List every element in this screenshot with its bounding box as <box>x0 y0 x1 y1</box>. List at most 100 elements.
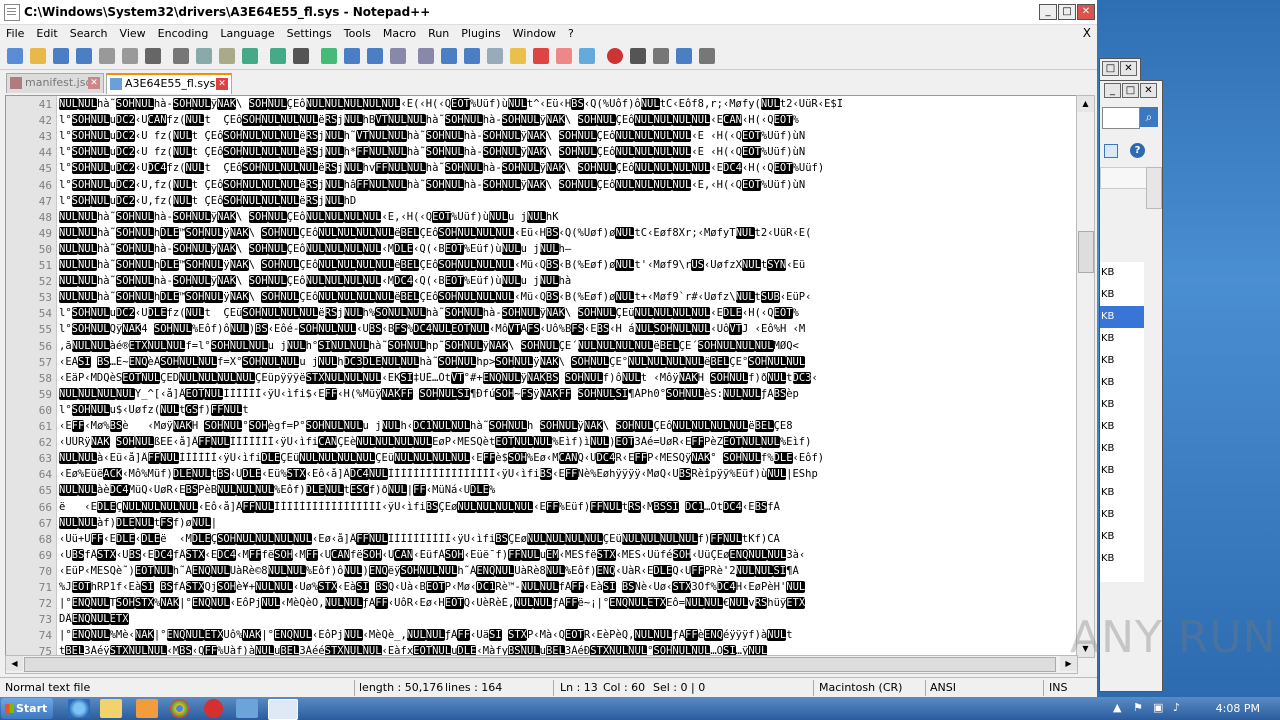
menu-run[interactable]: Run <box>422 25 455 40</box>
playback-icon[interactable] <box>653 48 669 64</box>
code-line[interactable]: ,ãNULNULàé®ETXNULNULf=l°SOHNULNULu jNULh… <box>59 339 1075 352</box>
tab-a3e64e55-fl-sys[interactable]: A3E64E55_fl.sys ✕ <box>106 73 232 94</box>
open-file-icon[interactable] <box>30 48 46 64</box>
bg-size-cell[interactable]: KB <box>1100 526 1144 548</box>
code-line[interactable]: NULNULàèDC4MüQ‹UøR‹EBSPèBNULNULNUL%Eôf)D… <box>59 484 1075 497</box>
media-player-icon[interactable] <box>136 699 158 718</box>
scroll-left-icon[interactable]: ◀ <box>6 656 23 671</box>
code-line[interactable]: NULNULà‹Eü‹å]ÂFFNULÌÌÌÌÌÌ‹ÿU‹ìfiDLEÇEüNU… <box>59 452 1075 465</box>
menu-help[interactable]: ? <box>562 25 580 40</box>
search-icon[interactable]: ⌕ <box>1140 107 1158 127</box>
panel-icon[interactable] <box>1104 144 1118 158</box>
menu-search[interactable]: Search <box>64 25 114 40</box>
ie-icon[interactable] <box>68 699 90 718</box>
show-all-chars-icon[interactable] <box>464 48 480 64</box>
code-line[interactable]: NULNULhà˜SOHNULhà-SOHNULÿNAK\ SOHNULÇEôN… <box>59 98 1075 110</box>
code-line[interactable]: ‹UÜRÿNAK SOHNULßEE‹å]ÂFFNULÌÌÌÌÌÌÌ‹ÿU‹ìf… <box>59 436 1075 449</box>
menu-file[interactable]: File <box>0 25 30 40</box>
menu-plugins[interactable]: Plugins <box>455 25 506 40</box>
code-line[interactable]: l°SOHNULuDC2‹U fz(NULt ÇEôSOHNULNULNULëR… <box>59 130 1075 143</box>
bg-size-cell[interactable]: KB <box>1100 328 1144 350</box>
replace-icon[interactable] <box>321 48 337 64</box>
bg-size-cell[interactable]: KB <box>1100 482 1144 504</box>
bg-size-cell[interactable]: KB <box>1100 284 1144 306</box>
find-icon[interactable] <box>293 48 309 64</box>
menu-window[interactable]: Window <box>507 25 562 40</box>
redo-icon[interactable] <box>270 48 286 64</box>
bg-size-cell[interactable]: KB <box>1100 372 1144 394</box>
code-line[interactable]: DÂENQNULETX <box>59 613 1075 626</box>
sync-horizontal-icon[interactable] <box>418 48 434 64</box>
vertical-scrollbar[interactable]: ▲ ▼ <box>1076 95 1095 658</box>
zoom-out-icon[interactable] <box>367 48 383 64</box>
bg-size-cell[interactable]: KB <box>1100 262 1144 284</box>
vertical-scroll-thumb[interactable] <box>1078 231 1094 273</box>
bg-scrollbar[interactable] <box>1146 167 1162 209</box>
stop-record-icon[interactable] <box>630 48 646 64</box>
code-line[interactable]: l°SOHNULuDC2‹UCANfz(NULt ÇEôSOHNULNULNUL… <box>59 114 1075 127</box>
menu-view[interactable]: View <box>114 25 152 40</box>
menu-encoding[interactable]: Encoding <box>152 25 215 40</box>
code-line[interactable]: l°SOHNULuDC2‹U fz(NULt ÇEôSOHNULNULNULëR… <box>59 146 1075 159</box>
indent-guide-icon[interactable] <box>487 48 503 64</box>
clock[interactable]: 4:08 PM <box>1216 702 1260 715</box>
code-line[interactable]: ‹EFF‹Mø%BSè ‹MøÿNAKH SOHNUL°SOHègf=P°SOH… <box>59 420 1075 432</box>
menu-tools[interactable]: Tools <box>338 25 377 40</box>
paste-icon[interactable] <box>219 48 235 64</box>
run-macro-multiple-icon[interactable] <box>676 48 692 64</box>
code-line[interactable]: |°ENQNUL%Mè‹NAK|°ENQNULETXUô%NAK|°ENQNUL… <box>59 629 1075 642</box>
code-line[interactable]: l°SOHNULQÿNAK4 SOHNUL%Eôf)ôNUL)BS‹Eôé-SO… <box>59 323 1075 336</box>
cut-icon[interactable] <box>173 48 189 64</box>
code-line[interactable]: l°SOHNULuDC2‹UDC4fz(NULt ÇEôSOHNULNULNUL… <box>59 162 1075 175</box>
horizontal-scrollbar[interactable]: ◀ ▶ <box>5 655 1078 674</box>
code-line[interactable]: ë ‹EDLEÇNULNULNULNUL‹Eô‹å]ÂFFNULÌÌÌÌÌÌÌÌ… <box>59 500 1075 513</box>
menu-settings[interactable]: Settings <box>281 25 338 40</box>
bg-window2-close-button[interactable]: ✕ <box>1140 83 1157 98</box>
folder-as-workspace-icon[interactable] <box>556 48 572 64</box>
code-line[interactable]: %JEOThRP1f‹EàSI BSfÀSTXQjSOHè¥+NULNUL‹Uø… <box>59 581 1075 593</box>
editor-area[interactable]: 41 NULNULhà˜SOHNULhà-SOHNULÿNAK\ SOHNULÇE… <box>5 95 1078 657</box>
new-file-icon[interactable] <box>7 48 23 64</box>
tray-flag-icon[interactable]: ⚑ <box>1133 701 1143 714</box>
network-app-icon[interactable] <box>236 699 258 718</box>
code-line[interactable]: ‹UBSfÂSTX‹UBS‹EDC4fÂSTX‹EDC4‹MFFfëSOH‹MF… <box>59 548 1075 561</box>
close-tab-icon[interactable]: ✕ <box>88 77 100 89</box>
bg-window2-maximize-button[interactable]: □ <box>1122 83 1139 98</box>
word-wrap-icon[interactable] <box>441 48 457 64</box>
save-icon[interactable] <box>53 48 69 64</box>
maximize-button[interactable]: □ <box>1058 4 1076 20</box>
bg-window-close-button[interactable]: ✕ <box>1120 61 1137 76</box>
horizontal-scroll-thumb[interactable] <box>24 657 1056 672</box>
bg-window2-minimize-button[interactable]: _ <box>1104 83 1121 98</box>
code-line[interactable]: ‹Eø%EüëACK‹Mô%Müf)DLENULtBS‹UDLE‹Eü%STX‹… <box>59 468 1075 481</box>
code-line[interactable]: l°SOHNULuDC2‹U,fz(NULt ÇEôSOHNULNULNULëR… <box>59 194 1075 207</box>
code-line[interactable]: NULNULNULNULY_^[‹å]ÂEOTNULÌÌÌÌÌÌ‹ÿU‹ìfi$… <box>59 387 1075 400</box>
function-list-icon[interactable] <box>533 48 549 64</box>
minimize-button[interactable]: _ <box>1039 4 1057 20</box>
close-tab-icon[interactable]: ✕ <box>216 78 228 90</box>
code-line[interactable]: l°SOHNULu$‹Uøfz(NULtGSf)FFNULt <box>59 403 1075 416</box>
bg-window-maximize-button[interactable]: □ <box>1102 61 1119 76</box>
help-icon[interactable]: ? <box>1130 143 1145 158</box>
code-line[interactable]: |°ENQNULTSOHSTX%NAK|°ENQNUL‹EôPjNUL‹MèQè… <box>59 597 1075 610</box>
close-document-button[interactable]: X <box>1083 26 1091 40</box>
undo-icon[interactable] <box>242 48 258 64</box>
menu-language[interactable]: Language <box>214 25 280 40</box>
bg-search-box[interactable] <box>1102 107 1140 129</box>
code-line[interactable]: l°SOHNULuDC2‹UDLEfz(NULt ÇEüSOHNULNULNUL… <box>59 307 1075 320</box>
zoom-in-icon[interactable] <box>344 48 360 64</box>
tray-expand-icon[interactable]: ▲ <box>1113 701 1121 714</box>
scroll-up-icon[interactable]: ▲ <box>1077 96 1094 112</box>
record-macro-icon[interactable] <box>607 48 623 64</box>
save-all-icon[interactable] <box>76 48 92 64</box>
menu-macro[interactable]: Macro <box>377 25 422 40</box>
bg-size-cell[interactable]: KB <box>1100 460 1144 482</box>
tray-network-icon[interactable]: ▣ <box>1153 701 1163 714</box>
code-line[interactable]: ‹EÄSI BS…È~ENQèÂSOHNULNULf=X°SOHNULNULu … <box>59 355 1075 368</box>
title-bar[interactable]: C:\Windows\System32\drivers\A3E64E55_fl.… <box>0 0 1097 25</box>
tab-manifest-json[interactable]: manifest.json ✕ <box>6 73 104 93</box>
code-line[interactable]: ‹EäP‹MDQèSEOTNULÇEDNULNULNULNULÇEüpÿÿÿëS… <box>59 371 1075 384</box>
bg-size-cell[interactable]: KB <box>1100 350 1144 372</box>
doc-map-icon[interactable] <box>510 48 526 64</box>
code-line[interactable]: NULNULhà˜SOHNULhà-SOHNULÿNAK\ SOHNULÇEôN… <box>59 210 1075 223</box>
